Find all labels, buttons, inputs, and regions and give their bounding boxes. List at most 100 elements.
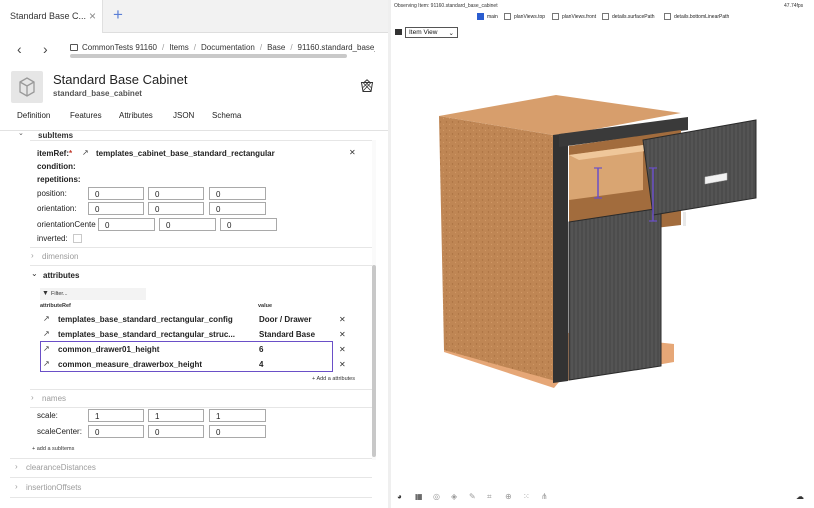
cube-icon[interactable]: ◈ [451, 492, 457, 501]
remove-attribute-icon[interactable]: ✕ [339, 330, 346, 339]
tab-definition[interactable]: Definition [17, 111, 50, 120]
dimension-section[interactable]: dimension [42, 252, 78, 261]
tab-attributes[interactable]: Attributes [119, 111, 153, 120]
scale-label: scale: [37, 411, 58, 420]
open-link-icon[interactable]: ↗ [82, 148, 89, 157]
divider [10, 477, 372, 478]
open-link-icon[interactable]: ↗ [43, 344, 50, 353]
face-frame [553, 133, 568, 383]
cabinet-thumbnail-icon [11, 71, 43, 103]
remove-attribute-icon[interactable]: ✕ [339, 315, 346, 324]
attribute-value-cell[interactable]: 6 [259, 345, 263, 354]
orientation-center-y-input[interactable]: 0 [159, 218, 216, 231]
breadcrumb-documentation[interactable]: Documentation [201, 43, 255, 52]
chevron-right-icon[interactable]: › [31, 393, 34, 402]
tab-json[interactable]: JSON [173, 111, 194, 120]
remove-item-ref-icon[interactable]: ✕ [349, 148, 356, 157]
scale-y-input[interactable]: 1 [148, 409, 204, 422]
breadcrumb-scrollbar[interactable] [70, 54, 347, 58]
cloud-download-icon[interactable]: ☁ [796, 492, 804, 501]
hierarchy-icon[interactable]: ⋔ [541, 492, 548, 501]
scale-z-input[interactable]: 1 [209, 409, 266, 422]
door-panel [568, 207, 662, 381]
clearance-distances-section[interactable]: clearanceDistances [26, 463, 96, 472]
delete-basket-icon[interactable] [360, 79, 374, 98]
orientation-z-input[interactable]: 0 [209, 202, 266, 215]
attribute-ref-cell[interactable]: templates_base_standard_rectangular_conf… [58, 315, 233, 324]
chevron-down-icon[interactable]: ⌄ [31, 269, 38, 278]
compass-icon[interactable]: ◎ [433, 492, 440, 501]
scale-center-x-input[interactable]: 0 [88, 425, 144, 438]
attribute-ref-cell[interactable]: common_drawer01_height [58, 345, 159, 354]
app-root: Standard Base C... × + ‹ › CommonTests 9… [0, 0, 814, 508]
add-subitem-button[interactable]: + add a subItems [32, 446, 74, 452]
cabinet-3d-render[interactable] [391, 0, 814, 508]
viewer-panel: Observing Item: 91160.standard_base_cabi… [391, 0, 814, 508]
attributes-filter-input[interactable]: ▼ Filter... [40, 288, 146, 300]
divider [30, 389, 372, 390]
remove-attribute-icon[interactable]: ✕ [339, 345, 346, 354]
divider [10, 497, 372, 498]
target-icon[interactable]: ⊕ [505, 492, 512, 501]
navigation-row: ‹ › CommonTests 91160/Items / Documentatio… [0, 33, 388, 65]
orientation-x-input[interactable]: 0 [88, 202, 144, 215]
remove-attribute-icon[interactable]: ✕ [339, 360, 346, 369]
divider [30, 407, 372, 408]
inverted-checkbox[interactable] [73, 234, 82, 243]
palette-icon[interactable]: ◕ [397, 492, 402, 501]
vertical-scrollbar-thumb[interactable] [372, 265, 376, 457]
chevron-down-icon[interactable]: ⌄ [18, 131, 24, 137]
page-subtitle: standard_base_cabinet [53, 89, 142, 98]
door-handle [683, 212, 686, 226]
close-icon[interactable]: × [89, 9, 96, 23]
crop-icon[interactable]: ⌗ [487, 492, 492, 502]
attribute-value-cell[interactable]: Standard Base [259, 330, 315, 339]
breadcrumb-project[interactable]: CommonTests 91160 [82, 43, 157, 52]
open-link-icon[interactable]: ↗ [43, 359, 50, 368]
insertion-offsets-section[interactable]: insertionOffsets [26, 483, 81, 492]
position-y-input[interactable]: 0 [148, 187, 204, 200]
item-ref-value[interactable]: templates_cabinet_base_standard_rectangu… [96, 149, 275, 158]
condition-label: condition: [37, 162, 76, 171]
forward-arrow-icon[interactable]: › [43, 41, 48, 57]
attribute-ref-cell[interactable]: templates_base_standard_rectangular_stru… [58, 330, 235, 339]
divider [30, 140, 372, 141]
names-section[interactable]: names [42, 394, 66, 403]
grid-icon[interactable]: ▦ [415, 492, 423, 501]
column-value: value [258, 303, 273, 309]
breadcrumb-base[interactable]: Base [267, 43, 285, 52]
scale-x-input[interactable]: 1 [88, 409, 144, 422]
attributes-heading: attributes [43, 271, 80, 280]
chevron-right-icon[interactable]: › [15, 462, 18, 471]
back-arrow-icon[interactable]: ‹ [17, 41, 22, 57]
position-x-input[interactable]: 0 [88, 187, 144, 200]
section-tabs: Definition Features Attributes JSON Sche… [0, 107, 388, 131]
add-tab-icon[interactable]: + [113, 5, 123, 25]
scale-center-y-input[interactable]: 0 [148, 425, 204, 438]
chevron-right-icon[interactable]: › [31, 251, 34, 260]
tab-schema[interactable]: Schema [212, 111, 241, 120]
attribute-ref-cell[interactable]: common_measure_drawerbox_height [58, 360, 202, 369]
orientation-center-z-input[interactable]: 0 [220, 218, 277, 231]
scale-center-z-input[interactable]: 0 [209, 425, 266, 438]
orientation-center-label: orientationCente [37, 220, 96, 229]
breadcrumb-item[interactable]: 91160.standard_base_ca [298, 43, 375, 52]
brush-icon[interactable]: ✎ [469, 492, 476, 501]
breadcrumb-items[interactable]: Items [169, 43, 189, 52]
dots-grid-icon[interactable]: ⁙ [523, 492, 530, 501]
open-link-icon[interactable]: ↗ [43, 314, 50, 323]
definition-content: ⌄ subItems itemRef:* ↗ templates_cabinet… [0, 131, 388, 508]
chevron-right-icon[interactable]: › [15, 482, 18, 491]
attribute-value-cell[interactable]: 4 [259, 360, 263, 369]
add-attribute-button[interactable]: + Add a attributes [312, 376, 355, 382]
position-z-input[interactable]: 0 [209, 187, 266, 200]
open-link-icon[interactable]: ↗ [43, 329, 50, 338]
divider [30, 247, 372, 248]
divider [30, 265, 372, 266]
attribute-value-cell[interactable]: Door / Drawer [259, 315, 311, 324]
position-label: position: [37, 189, 67, 198]
orientation-y-input[interactable]: 0 [148, 202, 204, 215]
tab-standard-base-cabinet[interactable]: Standard Base C... × [0, 0, 103, 33]
tab-features[interactable]: Features [70, 111, 102, 120]
orientation-center-x-input[interactable]: 0 [98, 218, 155, 231]
